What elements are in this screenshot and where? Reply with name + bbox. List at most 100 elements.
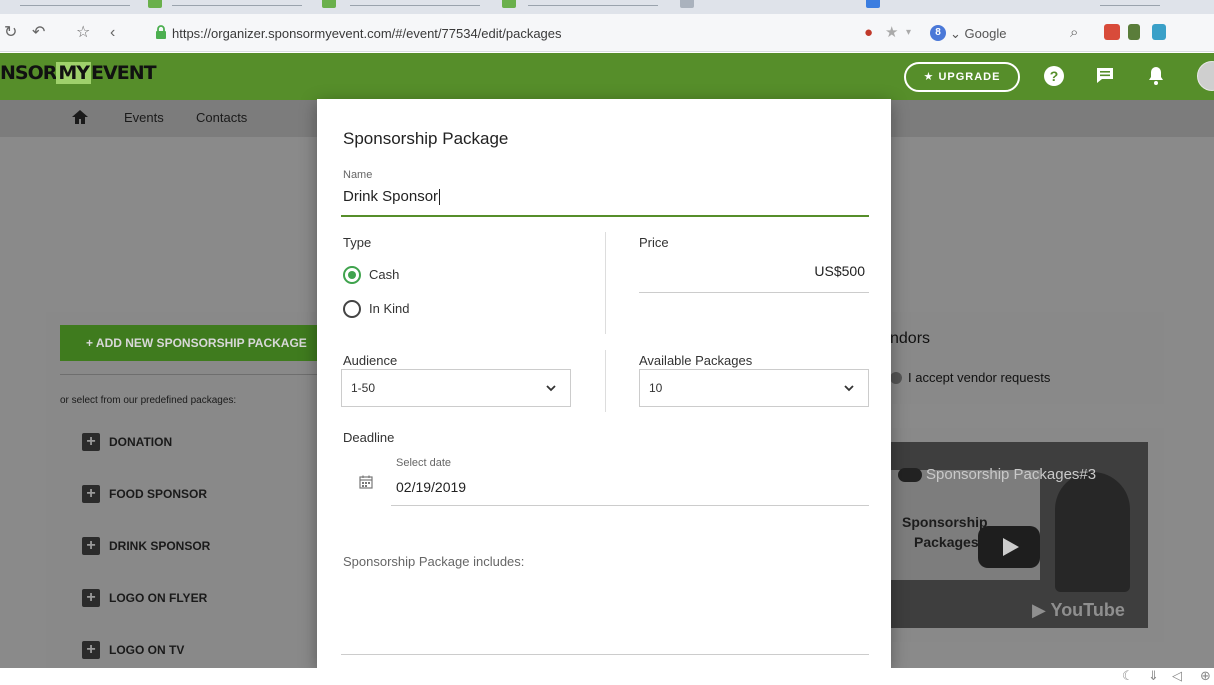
- modal-title: Sponsorship Package: [343, 129, 509, 148]
- tab-title-placeholder: [172, 5, 302, 6]
- tab-title-placeholder: [528, 5, 658, 6]
- vendor-requests-toggle[interactable]: [890, 372, 902, 384]
- video-slide-text: Sponsorship Packages: [902, 512, 988, 552]
- extension-icon[interactable]: [1104, 24, 1120, 40]
- price-label: Price: [639, 235, 669, 250]
- plus-icon: +: [82, 537, 100, 555]
- deadline-date-field[interactable]: 02/19/2019: [396, 479, 466, 495]
- help-icon[interactable]: ?: [1044, 66, 1064, 86]
- extension-icon[interactable]: [1128, 24, 1140, 40]
- available-packages-select[interactable]: 10: [639, 369, 869, 407]
- name-underline: [341, 215, 869, 217]
- avatar[interactable]: [1197, 61, 1214, 91]
- search-engine-icon[interactable]: 8: [930, 25, 946, 41]
- upgrade-button[interactable]: ★ UPGRADE: [904, 62, 1020, 92]
- date-underline: [391, 505, 869, 506]
- video-panel: Sponsorship Packages#3 Sponsorship Packa…: [890, 428, 1164, 642]
- search-engine-selector[interactable]: ⌄ Google: [950, 26, 1006, 42]
- play-icon[interactable]: [978, 526, 1040, 568]
- available-packages-value: 10: [649, 381, 663, 395]
- tab-title-placeholder: [20, 5, 130, 6]
- tab-title-placeholder: [1100, 5, 1160, 6]
- predefined-package-label: DONATION: [109, 435, 173, 449]
- dropdown-chevron-icon[interactable]: ▾: [906, 23, 911, 43]
- plus-icon: +: [82, 641, 100, 659]
- lock-icon: [156, 25, 166, 39]
- extension-icon[interactable]: ●: [864, 23, 873, 43]
- packages-panel: + ADD NEW SPONSORSHIP PACKAGE or select …: [46, 312, 336, 668]
- video-title: Sponsorship Packages#3: [926, 466, 1097, 483]
- divider: [605, 350, 606, 412]
- predefined-package-label: DRINK SPONSOR: [109, 539, 211, 553]
- add-new-package-button[interactable]: + ADD NEW SPONSORSHIP PACKAGE: [60, 325, 330, 361]
- home-icon[interactable]: [70, 107, 90, 127]
- divider: [60, 374, 330, 375]
- deadline-label: Deadline: [343, 430, 395, 445]
- extension-icon[interactable]: [1152, 24, 1166, 40]
- chevron-down-icon: [844, 385, 854, 392]
- name-field[interactable]: Drink Sponsor: [343, 188, 441, 206]
- audience-value: 1-50: [351, 381, 376, 395]
- logo-part: EVENT: [91, 62, 157, 84]
- zoom-icon[interactable]: ⊕: [1200, 668, 1211, 684]
- video-presenter: [1055, 472, 1130, 592]
- price-field[interactable]: US$500: [639, 263, 865, 279]
- radio-label: In Kind: [369, 301, 410, 316]
- reload-icon[interactable]: ↻: [4, 23, 17, 43]
- speaker-icon[interactable]: ◁: [1172, 668, 1182, 684]
- chevron-down-icon: [546, 385, 556, 392]
- predefined-package-label: LOGO ON TV: [109, 643, 185, 657]
- chat-icon[interactable]: [1094, 64, 1118, 88]
- name-value: Drink Sponsor: [343, 188, 439, 205]
- plus-icon: +: [82, 433, 100, 451]
- predefined-packages-label: or select from our predefined packages:: [60, 395, 237, 406]
- radio-unchecked-icon: [343, 300, 361, 318]
- vendor-requests-label: I accept vendor requests: [908, 370, 1051, 385]
- tab-favicon: [680, 0, 694, 8]
- divider: [605, 232, 606, 334]
- predefined-package-label: FOOD SPONSOR: [109, 487, 208, 501]
- date-sublabel: Select date: [396, 457, 452, 469]
- video-slide-line: Packages: [914, 534, 979, 550]
- sponsorship-package-modal: Sponsorship Package Name Drink Sponsor T…: [317, 99, 891, 668]
- bookmark-star-icon[interactable]: ☆: [76, 23, 90, 43]
- vendors-title: ndors: [890, 330, 931, 347]
- tab-title-placeholder: [350, 5, 480, 6]
- video-player[interactable]: Sponsorship Packages#3 Sponsorship Packa…: [890, 442, 1148, 628]
- plus-icon: +: [82, 589, 100, 607]
- nav-item-contacts[interactable]: Contacts: [196, 110, 247, 125]
- download-icon[interactable]: ⇓: [1148, 668, 1159, 684]
- audience-select[interactable]: 1-50: [341, 369, 571, 407]
- includes-underline: [341, 654, 869, 655]
- undo-close-tab-icon[interactable]: ↶: [32, 23, 45, 43]
- package-includes-field[interactable]: Sponsorship Package includes:: [343, 554, 524, 569]
- back-arrow-icon[interactable]: ‹: [110, 23, 115, 43]
- video-slide-line: Sponsorship: [902, 514, 988, 530]
- nav-item-events[interactable]: Events: [124, 110, 164, 125]
- tab-favicon: [148, 0, 162, 8]
- plus-icon: +: [82, 485, 100, 503]
- browser-tab-strip: [0, 0, 1214, 14]
- audience-label: Audience: [343, 353, 398, 368]
- address-bar[interactable]: https://organizer.sponsormyevent.com/#/e…: [172, 26, 562, 41]
- youtube-badge[interactable]: ▶ YouTube: [1032, 600, 1125, 621]
- name-label: Name: [343, 169, 373, 181]
- text-cursor: [439, 189, 441, 206]
- logo[interactable]: NSOR MY EVENT: [0, 62, 157, 84]
- browser-toolbar: ↻ ↶ ☆ ‹ https://organizer.sponsormyevent…: [0, 14, 1214, 52]
- search-icon[interactable]: ⌕: [1070, 23, 1078, 43]
- night-mode-icon[interactable]: ☾: [1122, 668, 1134, 684]
- vendors-panel: ndors I accept vendor requests: [890, 312, 1164, 404]
- predefined-package-label: LOGO ON FLYER: [109, 591, 208, 605]
- tab-favicon: [322, 0, 336, 8]
- type-label: Type: [343, 235, 372, 250]
- browser-status-bar: ☾ ⇓ ◁ ⊕: [0, 668, 1214, 685]
- radio-checked-icon: [343, 266, 361, 284]
- search-engine-label: Google: [964, 26, 1007, 41]
- calendar-icon[interactable]: [359, 475, 373, 489]
- tab-favicon: [866, 0, 880, 8]
- logo-part: MY: [56, 62, 92, 84]
- favorite-star-icon[interactable]: ★: [885, 23, 898, 43]
- radio-label: Cash: [369, 267, 400, 282]
- bell-icon[interactable]: [1144, 64, 1168, 88]
